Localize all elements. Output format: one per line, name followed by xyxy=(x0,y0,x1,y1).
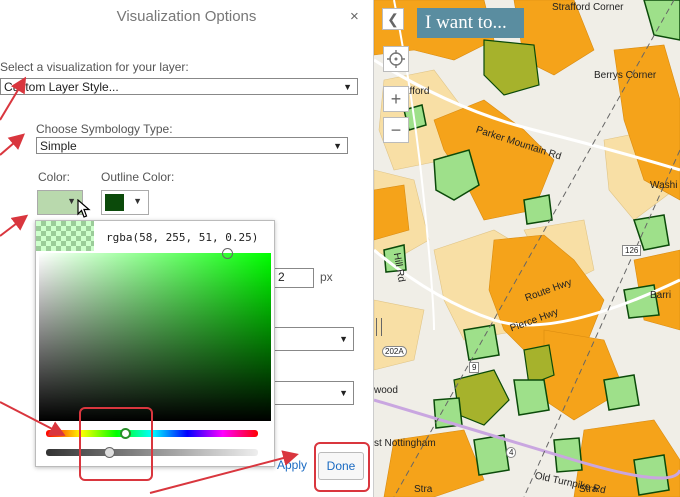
map-label-washi: Washi xyxy=(650,180,678,191)
map-label-strafford-corner: Strafford Corner xyxy=(552,2,624,13)
visualization-select[interactable]: Custom Layer Style... ▼ xyxy=(0,78,358,95)
mouse-cursor-icon xyxy=(77,199,91,218)
saturation-value-field[interactable] xyxy=(39,248,271,421)
slider-highlight-box xyxy=(79,407,153,481)
color-preview-fill xyxy=(36,221,94,251)
outline-color-label: Outline Color: xyxy=(101,170,175,184)
map-label-stra-1: Stra xyxy=(414,484,433,495)
hidden-option-select-2[interactable]: ▼ xyxy=(274,381,354,405)
map-label-wood: wood xyxy=(374,385,398,396)
route-shield-126: 126 xyxy=(622,245,642,256)
outline-color-chip xyxy=(105,194,124,211)
outline-width-input[interactable]: 2 xyxy=(274,268,314,288)
symbology-label: Choose Symbology Type: xyxy=(36,122,173,136)
chevron-down-icon: ▼ xyxy=(339,388,348,398)
outline-width-value: 2 xyxy=(278,270,285,284)
color-preview-transparent xyxy=(36,221,94,251)
crosshair-icon[interactable] xyxy=(383,46,409,72)
fill-color-swatch[interactable]: ▼ xyxy=(37,190,91,218)
outline-color-swatch[interactable]: ▼ xyxy=(101,190,149,215)
chevron-down-icon: ▼ xyxy=(333,141,342,151)
map-label-st-nottingham: st Nottingham xyxy=(374,438,436,449)
done-highlight-box xyxy=(314,442,370,492)
chevron-down-icon: ▼ xyxy=(343,82,352,92)
close-button[interactable]: × xyxy=(350,8,359,25)
panel-title: Visualization Options xyxy=(116,8,257,25)
color-picker-popup: rgba(58, 255, 51, 0.25) xyxy=(35,220,275,467)
i-want-to-button[interactable]: I want to... xyxy=(417,8,524,38)
outline-width-unit: px xyxy=(320,270,333,284)
hidden-option-select-1[interactable]: ▼ xyxy=(274,327,354,351)
chevron-down-icon: ▼ xyxy=(339,334,348,344)
symbology-select[interactable]: Simple ▼ xyxy=(36,137,348,154)
saturation-value-handle[interactable] xyxy=(222,248,233,259)
color-label: Color: xyxy=(38,170,71,184)
map-label-stra-2: Stra xyxy=(579,484,598,495)
chevron-down-icon: ▼ xyxy=(133,196,142,206)
zoom-out-button[interactable]: − xyxy=(383,117,409,143)
visualization-select-value: Custom Layer Style... xyxy=(4,80,119,94)
map-view[interactable]: Strafford Corner Berrys Corner afford Pa… xyxy=(374,0,680,497)
chevron-left-icon[interactable]: ❮ xyxy=(382,8,404,30)
map-label-berrys-corner: Berrys Corner xyxy=(594,70,657,81)
zoom-in-button[interactable]: + xyxy=(383,86,409,112)
visualization-label: Select a visualization for your layer: xyxy=(0,60,189,74)
apply-button[interactable]: Apply xyxy=(270,452,314,480)
route-shield-202a: 202A xyxy=(382,346,407,357)
panel-resize-handle[interactable] xyxy=(376,318,382,336)
route-shield-9: 9 xyxy=(469,362,480,373)
rgba-value[interactable]: rgba(58, 255, 51, 0.25) xyxy=(106,231,258,244)
symbology-select-value: Simple xyxy=(40,139,77,153)
map-label-barri: Barri xyxy=(650,290,672,301)
chevron-down-icon: ▼ xyxy=(67,196,76,206)
